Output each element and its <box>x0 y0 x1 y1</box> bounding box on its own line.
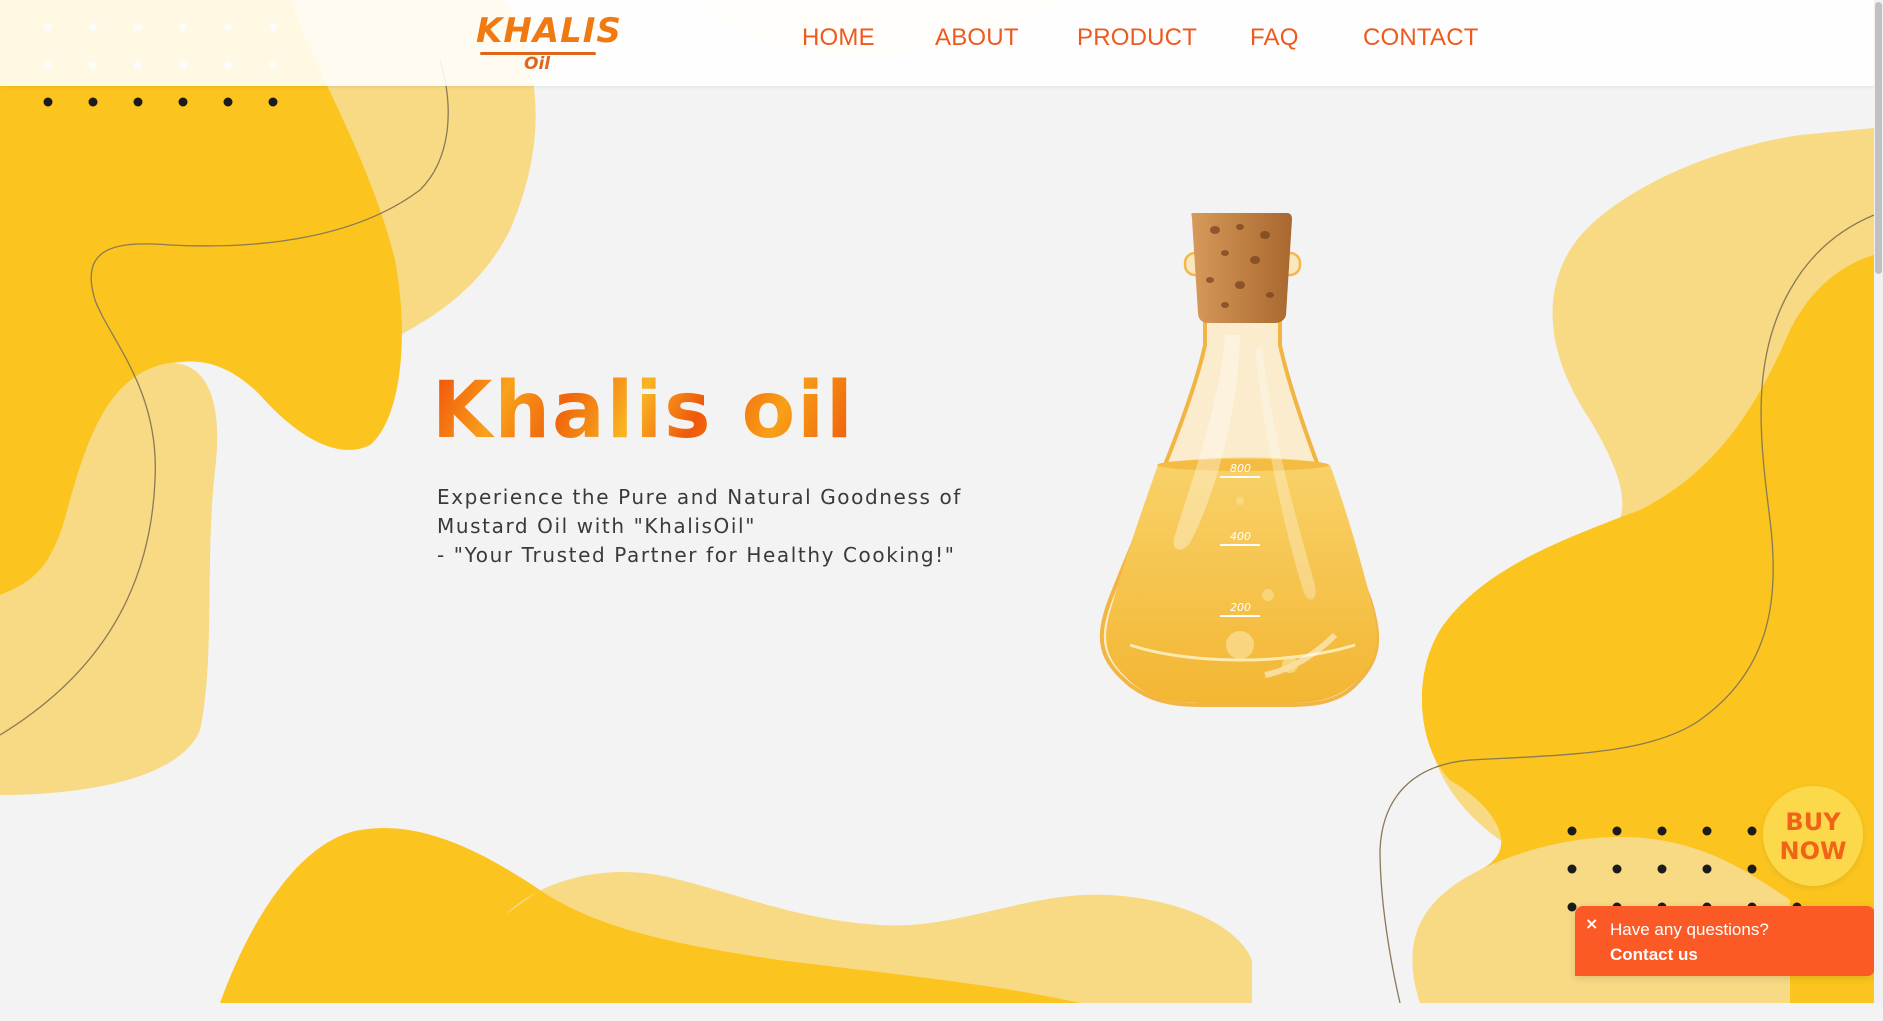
flask-mark-label: 800 <box>1230 462 1251 475</box>
flask-oil <box>1106 457 1378 703</box>
oil-flask-illustration: 800 400 200 <box>1099 213 1380 707</box>
nav-faq[interactable]: FAQ <box>1250 24 1299 52</box>
hero-description-line: Experience the Pure and Natural Goodness… <box>437 485 962 509</box>
hero-description-line: - "Your Trusted Partner for Healthy Cook… <box>437 543 956 567</box>
hero-description-line: Mustard Oil with "KhalisOil" <box>437 514 757 538</box>
flask-bubble <box>1236 497 1244 505</box>
buy-now-button[interactable]: BUY NOW <box>1763 786 1863 886</box>
site-header: KHALIS Oil HOME ABOUT PRODUCT FAQ CONTAC… <box>0 0 1874 86</box>
nav-contact[interactable]: CONTACT <box>1363 24 1479 52</box>
nav-product[interactable]: PRODUCT <box>1077 24 1197 52</box>
nav-about[interactable]: ABOUT <box>935 24 1019 52</box>
scrollbar-thumb[interactable] <box>1875 2 1882 274</box>
logo-subtext: Oil <box>524 54 551 74</box>
page-scrollbar[interactable] <box>1874 0 1883 1003</box>
flask-mark-label: 200 <box>1230 601 1251 614</box>
page-bottom-strip <box>0 1003 1883 1021</box>
contact-popup[interactable]: × Have any questions? Contact us <box>1575 906 1875 976</box>
buy-now-label: BUY NOW <box>1763 808 1863 866</box>
logo[interactable]: KHALIS Oil <box>476 14 621 74</box>
contact-us-link[interactable]: Contact us <box>1610 945 1698 965</box>
popup-question: Have any questions? <box>1610 920 1769 939</box>
close-icon[interactable]: × <box>1585 916 1598 932</box>
hero-title: Khalis oil <box>432 366 855 456</box>
flask-bubble <box>1226 631 1254 659</box>
flask-bubble <box>1262 589 1274 601</box>
nav-home[interactable]: HOME <box>802 24 875 52</box>
logo-text: KHALIS <box>476 11 622 51</box>
flask-mark-label: 400 <box>1230 530 1251 543</box>
flask-bubble <box>1282 657 1298 673</box>
buy-now-line: BUY <box>1785 808 1841 836</box>
buy-now-line: NOW <box>1779 837 1847 865</box>
hero-description: Experience the Pure and Natural Goodness… <box>437 483 997 570</box>
